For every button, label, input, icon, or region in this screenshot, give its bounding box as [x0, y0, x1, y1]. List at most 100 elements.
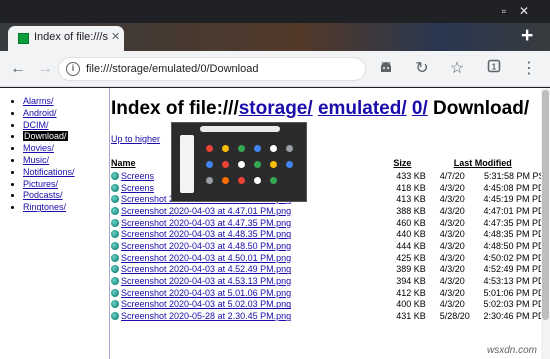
vertical-scrollbar[interactable] — [541, 88, 550, 359]
new-tab-button[interactable]: + — [521, 24, 533, 48]
file-size: 444 KB — [396, 240, 426, 251]
sidebar-item-dcim[interactable]: DCIM/ — [23, 120, 109, 132]
info-icon[interactable]: i — [66, 62, 80, 76]
app-icon — [238, 177, 245, 184]
table-row[interactable]: Screenshot 2020-04-03 at 4.47.35 PM.png 4… — [111, 217, 550, 229]
file-link[interactable]: Screenshot 2020-04-03 at 4.48.35 PM.png — [121, 229, 291, 239]
file-size: 389 KB — [396, 264, 426, 275]
sidebar-item-label[interactable]: Android/ — [23, 108, 57, 118]
app-icon — [270, 145, 277, 152]
table-row[interactable]: Screenshot 2020-04-03 at 5.01.06 PM.png 4… — [111, 287, 550, 299]
app-icon — [222, 177, 229, 184]
bookmark-star-icon[interactable]: ☆ — [446, 58, 468, 80]
column-header-modified-link[interactable]: Last Modified — [454, 158, 512, 168]
sidebar-item-label[interactable]: DCIM/ — [23, 120, 49, 130]
file-size: 418 KB — [396, 182, 426, 193]
app-icon — [206, 177, 213, 184]
file-date: 4/3/20 — [439, 287, 465, 298]
android-icon[interactable] — [375, 58, 397, 80]
table-row[interactable]: Screenshot 2020-04-03 at 4.48.35 PM.png 4… — [111, 228, 550, 240]
file-link[interactable]: Screens — [121, 183, 154, 193]
file-link[interactable]: Screenshot 2020-04-03 at 4.47.35 PM.png — [121, 218, 291, 228]
app-icon — [206, 145, 213, 152]
file-date: 4/3/20 — [439, 205, 465, 216]
file-link[interactable]: Screenshot 2020-04-03 at 5.02.03 PM.png — [121, 299, 291, 309]
app-icon — [270, 177, 277, 184]
file-size: 431 KB — [396, 311, 426, 322]
back-arrow-icon[interactable]: ← — [7, 58, 29, 80]
breadcrumb-0[interactable]: 0/ — [412, 98, 428, 119]
sidebar-item-pictures[interactable]: Pictures/ — [23, 179, 109, 191]
breadcrumb-emulated[interactable]: emulated/ — [318, 98, 407, 119]
file-link[interactable]: Screenshot 2020-04-03 at 4.47.01 PM.png — [121, 206, 291, 216]
sidebar-item-label[interactable]: Music/ — [23, 155, 49, 165]
file-link[interactable]: Screenshot 2020-04-03 at 4.50.01 PM.png — [121, 253, 291, 263]
app-icon — [206, 161, 213, 168]
screenshot-preview-thumbnail[interactable] — [171, 122, 307, 202]
file-date: 4/3/20 — [439, 217, 465, 228]
heading-suffix: Download/ — [427, 98, 530, 119]
up-to-parent-link[interactable]: Up to higher — [111, 134, 160, 144]
sidebar-item-label[interactable]: Download/ — [23, 131, 68, 142]
sidebar-item-alarms[interactable]: Alarms/ — [23, 96, 109, 108]
sidebar-item-notifications[interactable]: Notifications/ — [23, 167, 109, 179]
table-row[interactable]: Screenshot 2020-04-03 at 4.48.50 PM.png 4… — [111, 240, 550, 252]
file-date: 4/3/20 — [439, 276, 465, 287]
table-row[interactable]: Screenshot 2020-04-03 at 4.50.01 PM.png 4… — [111, 252, 550, 264]
tab-switcher-icon[interactable]: 1 — [483, 58, 505, 80]
file-link[interactable]: Screenshot 2020-05-28 at 2.30.45 PM.png — [121, 311, 291, 321]
breadcrumb-storage[interactable]: storage/ — [239, 98, 313, 119]
tab-title: Index of file:///sto — [34, 31, 108, 43]
column-header-name-link[interactable]: Name — [111, 158, 136, 168]
sidebar-item-label[interactable]: Notifications/ — [23, 167, 75, 177]
table-row[interactable]: Screenshot 2020-05-28 at 2.30.45 PM.png 4… — [111, 310, 550, 322]
table-row[interactable]: Screenshot 2020-04-03 at 4.47.01 PM.png 3… — [111, 205, 550, 217]
sidebar-item-ringtones[interactable]: Ringtones/ — [23, 202, 109, 214]
reload-icon[interactable]: ↻ — [411, 58, 433, 80]
sidebar-item-music[interactable]: Music/ — [23, 155, 109, 167]
column-header-size[interactable]: Size — [379, 156, 432, 170]
tab-close-icon[interactable]: ✕ — [111, 30, 120, 43]
file-link[interactable]: Screenshot 2020-04-03 at 4.52.49 PM.png — [121, 264, 291, 274]
scrollbar-thumb[interactable] — [542, 90, 549, 320]
file-date: 4/3/20 — [439, 252, 465, 263]
sidebar-item-label[interactable]: Alarms/ — [23, 96, 54, 106]
file-icon — [111, 171, 119, 180]
file-link[interactable]: Screenshot 2020-04-03 at 4.48.50 PM.png — [121, 241, 291, 251]
close-icon[interactable]: ✕ — [517, 4, 531, 18]
app-icon — [222, 161, 229, 168]
forward-arrow-icon[interactable]: → — [34, 58, 56, 80]
sidebar-item-podcasts[interactable]: Podcasts/ — [23, 190, 109, 202]
sidebar-item-label[interactable]: Pictures/ — [23, 179, 58, 189]
column-header-modified[interactable]: Last Modified — [432, 156, 550, 170]
app-icon — [270, 161, 277, 168]
url-text[interactable]: file:///storage/emulated/0/Download — [86, 63, 258, 75]
file-link[interactable]: Screenshot 2020-04-03 at 4.53.13 PM.png — [121, 276, 291, 286]
sidebar-item-download[interactable]: Download/ — [23, 131, 109, 143]
column-header-size-link[interactable]: Size — [393, 158, 411, 168]
table-row[interactable]: Screenshot 2020-04-03 at 5.02.03 PM.png 4… — [111, 299, 550, 311]
sidebar-item-android[interactable]: Android/ — [23, 108, 109, 120]
file-link[interactable]: Screens — [121, 171, 154, 181]
heading-prefix: Index of file:/// — [111, 98, 239, 119]
address-bar[interactable]: i file:///storage/emulated/0/Download — [58, 57, 366, 81]
sidebar-item-movies[interactable]: Movies/ — [23, 143, 109, 155]
file-icon — [111, 288, 119, 297]
file-link[interactable]: Screenshot 2020-04-03 at 5.01.06 PM.png — [121, 288, 291, 298]
sidebar-item-label[interactable]: Podcasts/ — [23, 190, 63, 200]
file-date: 4/3/20 — [439, 299, 465, 310]
app-icon — [254, 145, 261, 152]
sidebar-item-label[interactable]: Ringtones/ — [23, 202, 66, 212]
minimize-icon[interactable]: ▫ — [497, 4, 511, 18]
file-date: 4/3/20 — [439, 194, 465, 205]
file-date: 4/3/20 — [439, 229, 465, 240]
file-icon — [111, 241, 119, 250]
table-row[interactable]: Screenshot 2020-04-03 at 4.52.49 PM.png 3… — [111, 264, 550, 276]
tab-active[interactable]: Index of file:///sto ✕ — [8, 26, 124, 51]
menu-dots-icon[interactable]: ⋮ — [518, 58, 540, 80]
file-size: 433 KB — [396, 170, 426, 181]
table-row[interactable]: Screenshot 2020-04-03 at 4.53.13 PM.png 3… — [111, 275, 550, 287]
app-icon — [238, 161, 245, 168]
window-titlebar: ▫ ✕ — [0, 0, 550, 23]
sidebar-item-label[interactable]: Movies/ — [23, 143, 54, 153]
